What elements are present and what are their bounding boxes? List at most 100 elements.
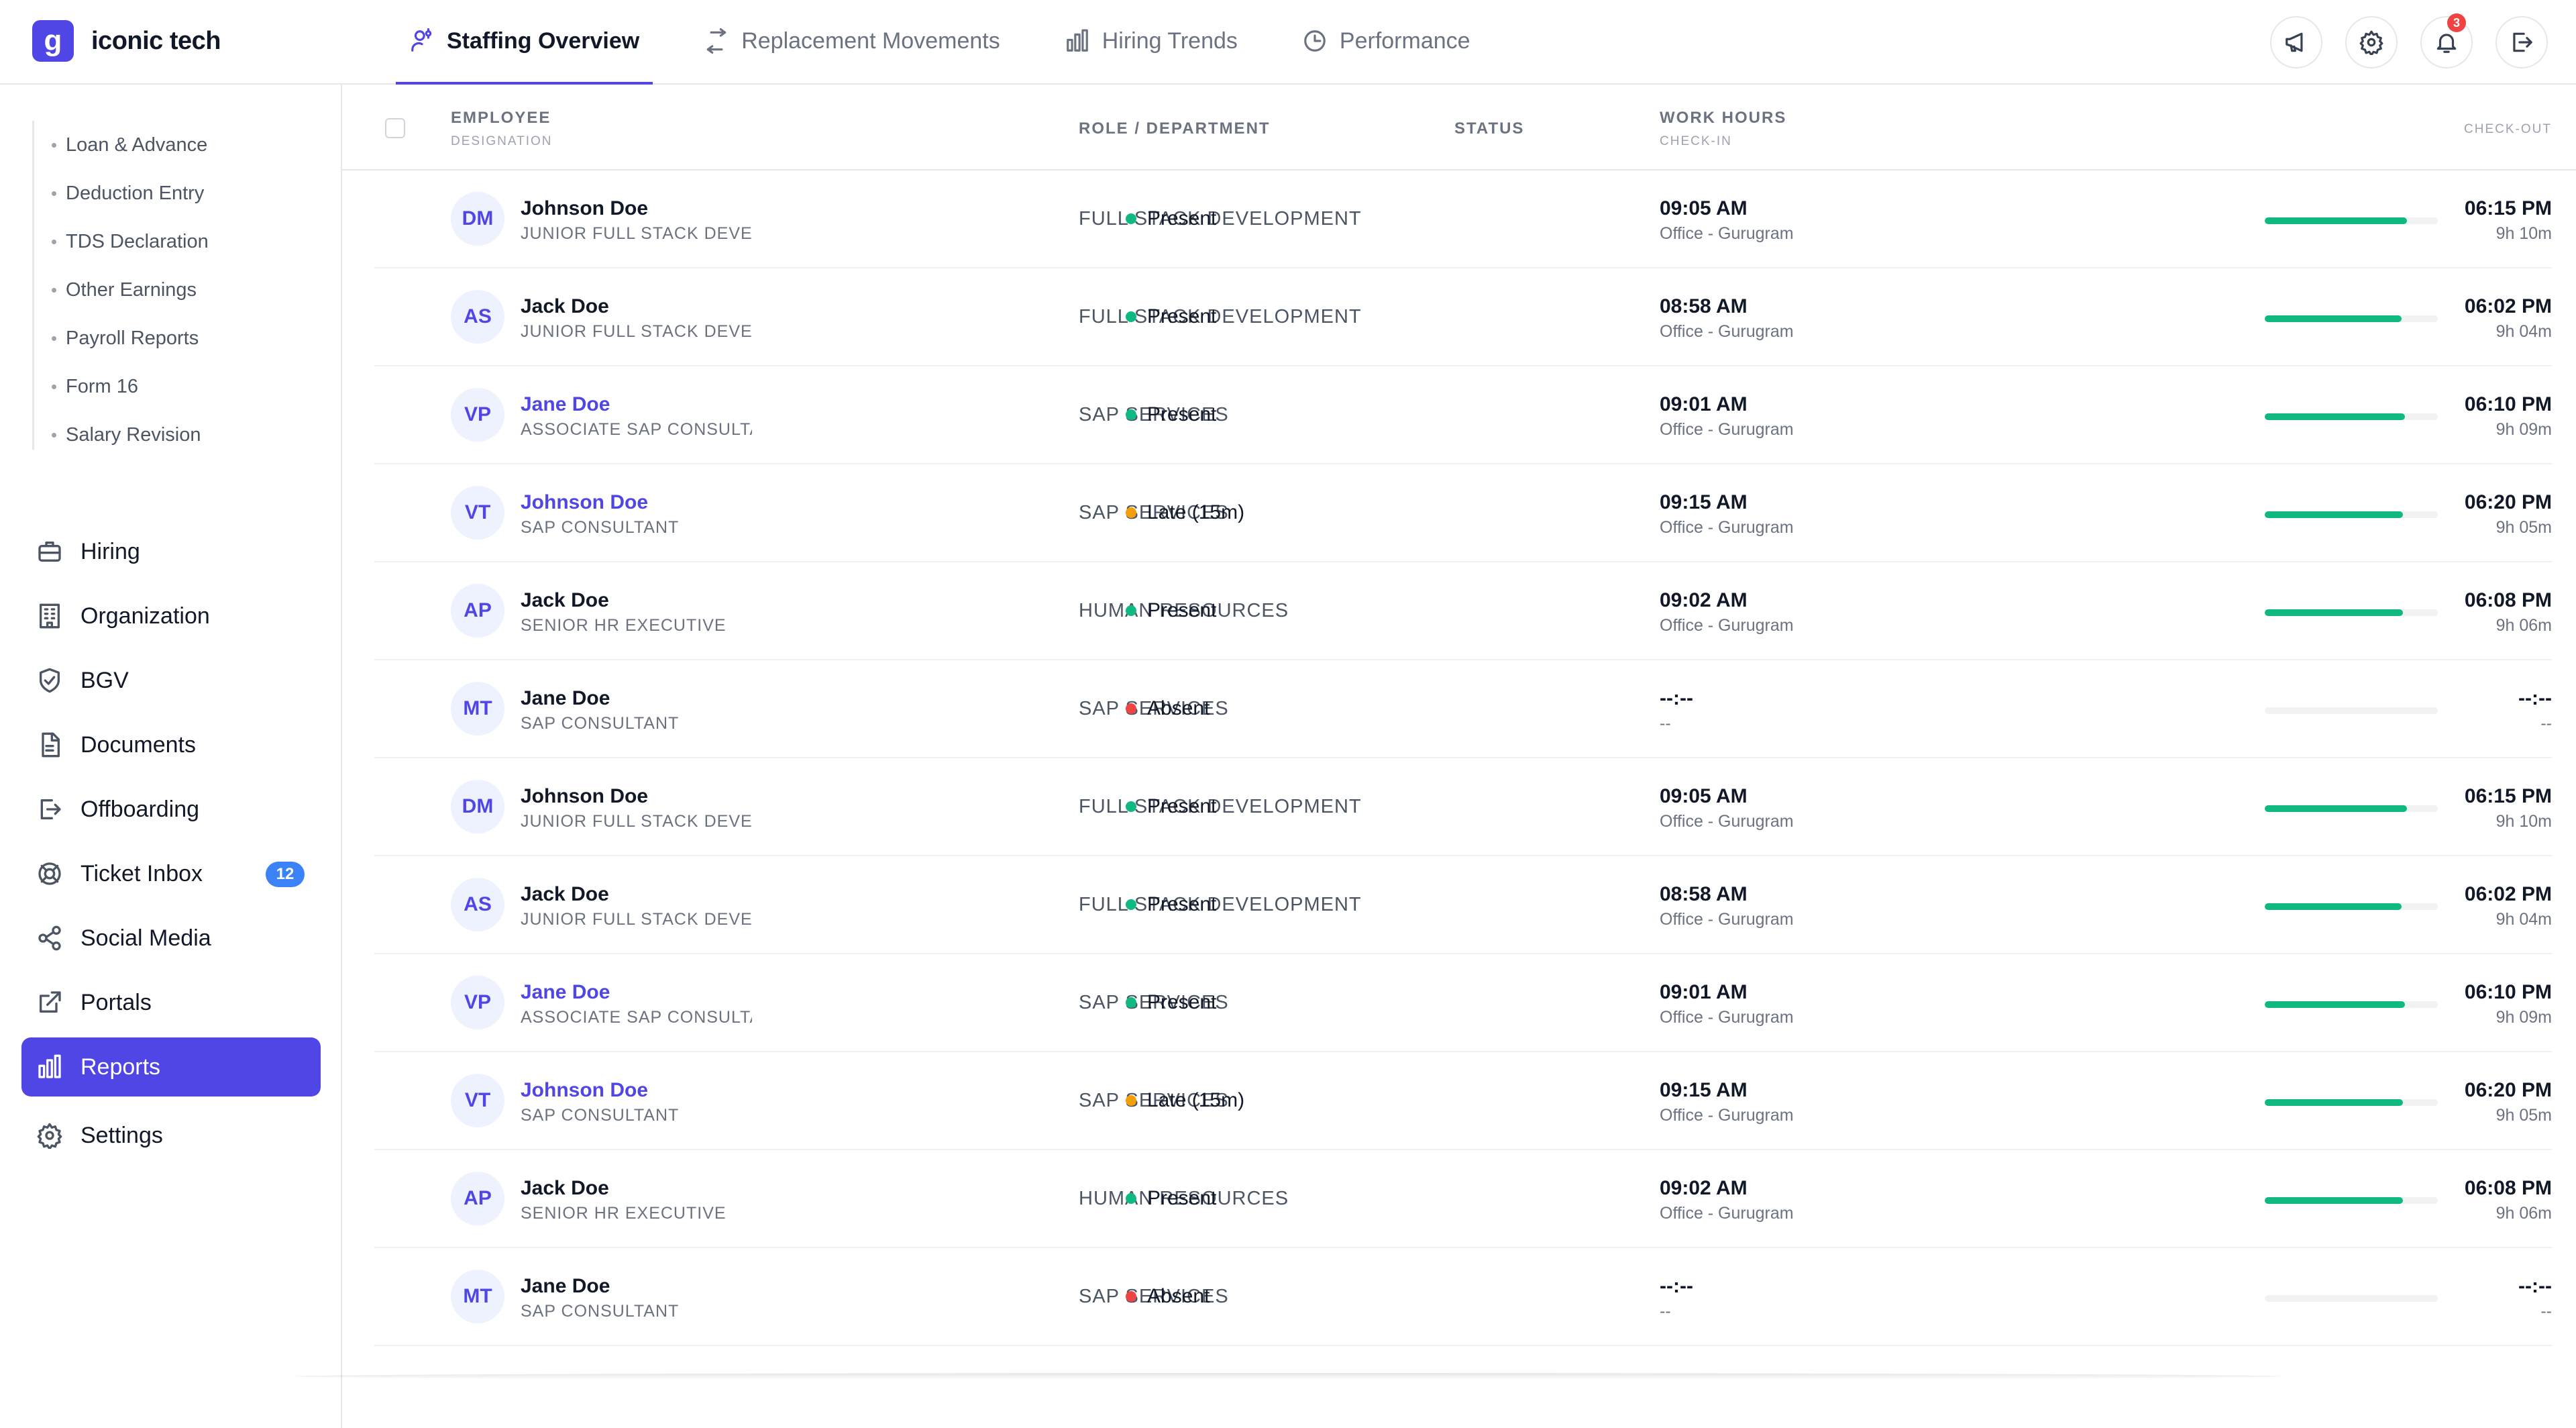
tab-label: Replacement Movements (741, 28, 1000, 54)
work-hours-progress-fill (2265, 1099, 2404, 1106)
work-duration: 9h 06m (2496, 616, 2552, 635)
employee-name: Jack Doe (521, 295, 609, 317)
check-out-time: 06:15 PM (2464, 785, 2552, 807)
column-header-work-hours[interactable]: WORK HOURS CHECK-IN (1660, 109, 1786, 149)
table-row[interactable]: AP Jack Doe SENIOR HR EXECUTIVE HUMAN RESOU… (374, 1150, 2552, 1248)
sidebar-item-label: Portals (80, 989, 152, 1015)
employee-name: Jack Doe (521, 589, 609, 611)
check-out-time: --:-- (2518, 687, 2552, 709)
sidebar-item-settings[interactable]: Settings (21, 1106, 321, 1165)
check-in-location: -- (1660, 1302, 1671, 1321)
employee-designation: SAP CONSULTANT (521, 1302, 680, 1321)
clock-pie-icon (1304, 30, 1326, 52)
table-row[interactable]: DM Johnson Doe JUNIOR FULL STACK DEVELOPER… (374, 758, 2552, 856)
column-header-role[interactable]: ROLE / DEPARTMENT (1079, 119, 1271, 138)
employee-name[interactable]: Johnson Doe (521, 491, 648, 514)
employee-name: Johnson Doe (521, 785, 649, 807)
tab-bar: Staffing Overview Replacement Movements … (396, 0, 1521, 85)
avatar: VP (451, 388, 504, 442)
table-row[interactable]: VPJane DoeASSOCIATE SAP CONSULTANTSAP SE… (374, 954, 2552, 1052)
check-in-location: Office - Gurugram (1660, 322, 1794, 341)
table-row[interactable]: AP Jack Doe SENIOR HR EXECUTIVE HUMAN RESOU… (374, 562, 2552, 660)
table-row[interactable]: VPJane DoeASSOCIATE SAP CONSULTANTSAP SE… (374, 366, 2552, 464)
submenu-item-label: Loan & Advance (66, 134, 208, 156)
work-hours-progress-fill (2265, 315, 2402, 322)
status-label: Present (1147, 991, 1217, 1013)
employee-name: Johnson Doe (521, 197, 649, 219)
table-row[interactable]: MT Jane Doe SAP CONSULTANT SAP SERVICES Abse… (374, 660, 2552, 758)
table-row[interactable]: AS Jack Doe JUNIOR FULL STACK DEVELOPER FUL… (374, 856, 2552, 954)
sidebar-item-bgv[interactable]: BGV (21, 651, 321, 710)
sidebar-item-label: BGV (80, 667, 129, 693)
employee-name[interactable]: Johnson Doe (521, 1079, 648, 1102)
status-dot (1126, 409, 1136, 420)
employee-designation: SAP CONSULTANT (521, 1106, 680, 1125)
tab-replacement-movements[interactable]: Replacement Movements (690, 0, 1014, 85)
bell-icon (2436, 34, 2457, 53)
sidebar-item-reports[interactable]: Reports (21, 1037, 321, 1096)
submenu-item-payroll-reports[interactable]: Payroll Reports (34, 314, 329, 362)
check-out-time: 06:08 PM (2464, 1177, 2552, 1199)
avatar: VT (451, 486, 504, 540)
table-row[interactable]: MT Jane Doe SAP CONSULTANT SAP SERVICES Abse… (374, 1248, 2552, 1346)
table-row[interactable]: VT Johnson Doe SAP CONSULTANT SAP SERVICES L… (374, 464, 2552, 562)
announcements-button[interactable] (2270, 16, 2322, 68)
submenu-item-tds-declaration[interactable]: TDS Declaration (34, 217, 329, 266)
status-label: Present (1147, 207, 1217, 230)
external-link-icon (40, 991, 61, 1013)
check-in-time: --:-- (1660, 687, 1693, 709)
select-all-checkbox[interactable] (385, 118, 405, 138)
employee-name[interactable]: Jane Doe (521, 981, 610, 1004)
tab-performance[interactable]: Performance (1289, 0, 1484, 85)
check-out-time: 06:20 PM (2464, 491, 2552, 513)
avatar: AS (451, 290, 504, 344)
status-label: Present (1147, 795, 1217, 817)
status-label: Late (15m) (1147, 501, 1245, 523)
work-duration: 9h 09m (2496, 1008, 2552, 1027)
column-header-status[interactable]: STATUS (1454, 119, 1524, 138)
submenu-item-other-earnings[interactable]: Other Earnings (34, 266, 329, 314)
employee-name: Jack Doe (521, 1177, 609, 1199)
table-row[interactable]: DM Johnson Doe JUNIOR FULL STACK DEVELOPER… (374, 170, 2552, 268)
employee-designation: JUNIOR FULL STACK DEVELOPER (521, 812, 752, 831)
submenu-item-form-16[interactable]: Form 16 (34, 362, 329, 411)
submenu-item-deduction-entry[interactable]: Deduction Entry (34, 169, 329, 217)
column-header-employee[interactable]: EMPLOYEE DESIGNATION (451, 109, 553, 149)
briefcase-icon (38, 542, 61, 562)
tab-hiring-trends[interactable]: Hiring Trends (1051, 0, 1251, 85)
header-actions: 3 (2247, 13, 2548, 68)
status-badge: Present (1126, 893, 1216, 916)
sidebar-item-ticket-inbox[interactable]: Ticket Inbox 12 (21, 844, 321, 903)
sidebar-item-documents[interactable]: Documents (21, 715, 321, 774)
sidebar-item-hiring[interactable]: Hiring (21, 522, 321, 581)
sidebar-item-offboarding[interactable]: Offboarding (21, 780, 321, 839)
tab-staffing-overview[interactable]: Staffing Overview (396, 0, 653, 85)
settings-button[interactable] (2345, 16, 2398, 68)
status-dot (1126, 311, 1136, 322)
logout-button[interactable] (2496, 16, 2548, 68)
swap-arrows-icon (706, 28, 727, 54)
work-duration: 9h 10m (2496, 224, 2552, 243)
work-hours-progress (2265, 609, 2438, 616)
sidebar-item-social-media[interactable]: Social Media (21, 909, 321, 968)
check-in-time: 08:58 AM (1660, 295, 1748, 317)
status-label: Present (1147, 893, 1217, 915)
sidebar-item-portals[interactable]: Portals (21, 973, 321, 1032)
brand-logo[interactable]: g iconic tech (32, 20, 221, 62)
table-row[interactable]: VT Johnson Doe SAP CONSULTANT SAP SERVICES L… (374, 1052, 2552, 1150)
table-body: DM Johnson Doe JUNIOR FULL STACK DEVELOPER… (374, 170, 2552, 1346)
submenu-item-salary-revision[interactable]: Salary Revision (34, 411, 329, 459)
sidebar-item-organization[interactable]: Organization (21, 586, 321, 646)
submenu-item-label: Payroll Reports (66, 327, 199, 349)
submenu-item-loan-advance[interactable]: Loan & Advance (34, 121, 329, 169)
employee-name: Jack Doe (521, 883, 609, 905)
work-hours-progress-fill (2265, 413, 2405, 420)
document-icon (42, 732, 60, 758)
avatar: AP (451, 1172, 504, 1225)
table-row[interactable]: AS Jack Doe JUNIOR FULL STACK DEVELOPER FUL… (374, 268, 2552, 366)
notification-count-badge: 3 (2447, 13, 2466, 32)
status-badge: Present (1126, 795, 1216, 818)
check-in-time: 09:02 AM (1660, 589, 1748, 611)
employee-name[interactable]: Jane Doe (521, 393, 610, 416)
notifications-button[interactable]: 3 (2420, 13, 2473, 68)
